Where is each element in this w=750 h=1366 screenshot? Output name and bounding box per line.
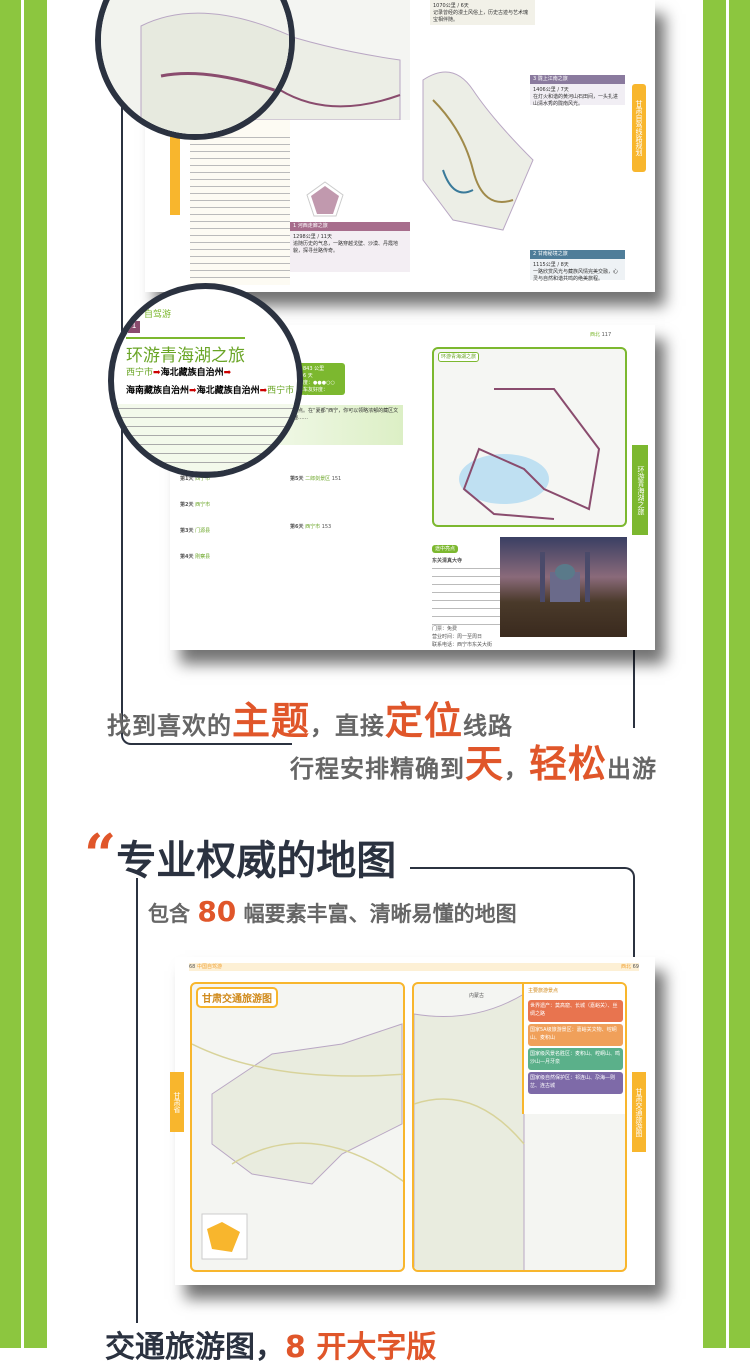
day-item: 第4天 刚察县: [180, 554, 211, 560]
day-item: 第3天 门源县: [180, 528, 211, 534]
poi-meta: 门票：免费: [432, 626, 458, 632]
qinghai-lake-map: 环游青海湖之旅: [432, 347, 627, 527]
book-spread-qinghai-lake: 里程：843 公里天数：6 天驾驶难度：●●●○○新能源车友好度：●●○○○ 这…: [108, 283, 655, 650]
side-tab-right[interactable]: 甘肃交通旅游图: [632, 1072, 646, 1152]
section-subtitle: 包含 80 幅要素丰富、清晰易懂的地图: [148, 895, 517, 928]
poi-meta: 营业时间：周一至周日: [432, 634, 483, 640]
gansu-map-left: 甘肃交通旅游图: [190, 982, 405, 1272]
frame-line: [633, 650, 635, 728]
poi-block: 途中亮点 东关清真大寺 门票：免费 营业时间：周一至周日 联系电话：西宁市东关大…: [432, 535, 502, 649]
itinerary-days: 第1天 西宁市 第2天 西宁市 第3天 门源县 第4天 刚察县: [180, 475, 280, 645]
section-title: “专业权威的地图: [84, 822, 397, 888]
legend-title: 主要旅游景点: [528, 988, 559, 994]
route-text-column: [190, 120, 290, 285]
route-title: 环游青海湖之旅: [126, 337, 245, 366]
frame-line: [136, 878, 138, 1323]
day-item: 第5天 二郎剑景区 151: [290, 476, 342, 482]
mosque-photo: [500, 537, 627, 637]
frame-line: [410, 867, 625, 869]
legend-item: 国家级自然保护区：祁连山、尕海—则岔、连古城: [528, 1072, 623, 1094]
slogan-line-2: 行程安排精确到天，轻松出游: [290, 742, 658, 786]
poi-meta: 联系电话：西宁市东关大街: [432, 642, 493, 648]
page-header: 西北 117: [590, 332, 612, 338]
day-item: 第2天 西宁市: [180, 502, 211, 508]
itinerary-days-2: 第5天 二郎剑景区 151 第6天 西宁市 153: [290, 475, 400, 531]
side-tab-qinghai[interactable]: 环游青海湖之旅: [632, 445, 648, 535]
neighbor-label: 内蒙古: [469, 993, 485, 999]
route-card-1: 1 河西走廊之旅 1298公里 / 11天 追随历史的气息，一路穿越戈壁、沙漠、丹…: [290, 222, 410, 272]
intro-text-lines: [114, 404, 297, 472]
route-number-badge: 1: [128, 321, 140, 333]
route-path-2: 海南藏族自治州➡海北藏族自治州➡西宁市: [126, 386, 295, 396]
side-tab-left[interactable]: 甘肃省: [170, 1072, 184, 1132]
route-map-right: [413, 60, 543, 250]
left-white-stripe: [21, 0, 24, 1348]
legend-panel: 主要旅游景点 世界遗产：莫高窟、长城（嘉峪关）、丝绸之路 国家5A级旅游景区：嘉…: [522, 984, 625, 1114]
page-header-bar: 68 中国自驾游 西北 69: [189, 963, 639, 971]
day-item: 第6天 西宁市 153: [290, 524, 332, 530]
route-path-1: 西宁市➡海北藏族自治州➡: [126, 368, 232, 378]
gansu-map-right: 内蒙古 主要旅游景点 世界遗产：莫高窟、长城（嘉峪关）、丝绸之路 国家5A级旅游…: [412, 982, 627, 1272]
radar-chart-icon: [306, 181, 344, 217]
legend-item: 国家5A级旅游景区：嘉峪关文物、崆峒山、麦积山: [528, 1024, 623, 1046]
route-card-3: 3 陇上江南之旅 1406公里 / 7天 在灯火和谐的黄河山石田间，一头扎进山清水…: [530, 75, 625, 107]
bottom-heading: 交通旅游图，8 开大字版: [105, 1330, 437, 1365]
right-white-stripe: [726, 0, 729, 1348]
route-card-2: 2 甘南秘境之旅 1115公里 / 8天 一路欣赏风光与藏族风情完美交融，心灵与自…: [530, 250, 625, 282]
frame-line: [633, 877, 635, 957]
legend-item: 世界遗产：莫高窟、长城（嘉峪关）、丝绸之路: [528, 1000, 623, 1022]
side-tab-gansu[interactable]: 甘肃自驾线路规划: [632, 84, 646, 172]
map-title: 甘肃交通旅游图: [196, 987, 278, 1008]
legend-item: 国家级风景名胜区：麦积山、崆峒山、鸣沙山—月牙泉: [528, 1048, 623, 1070]
poi-name: 东关清真大寺: [432, 558, 463, 564]
route-card-4: 1070公里 / 6天 记录曾经的漫土风俗上，历史古迹与艺术瑰宝相伴随。: [430, 0, 535, 25]
poi-tag: 途中亮点: [432, 545, 459, 553]
book-spread-gansu-routes: 1 河西走廊之旅 1298公里 / 11天 追随历史的气息，一路穿越戈壁、沙漠、丹…: [95, 0, 655, 292]
section-header: 自驾游: [144, 310, 172, 320]
magnifier-circle-title: 自驾游 1 环游青海湖之旅 西宁市➡海北藏族自治州➡ 海南藏族自治州➡海北藏族自…: [108, 283, 303, 478]
map-title: 环游青海湖之旅: [438, 352, 480, 362]
book-spread-gansu-map: 68 中国自驾游 西北 69 甘肃交通旅游图 内蒙古 主要旅游景点 世界遗产：莫…: [170, 957, 655, 1285]
